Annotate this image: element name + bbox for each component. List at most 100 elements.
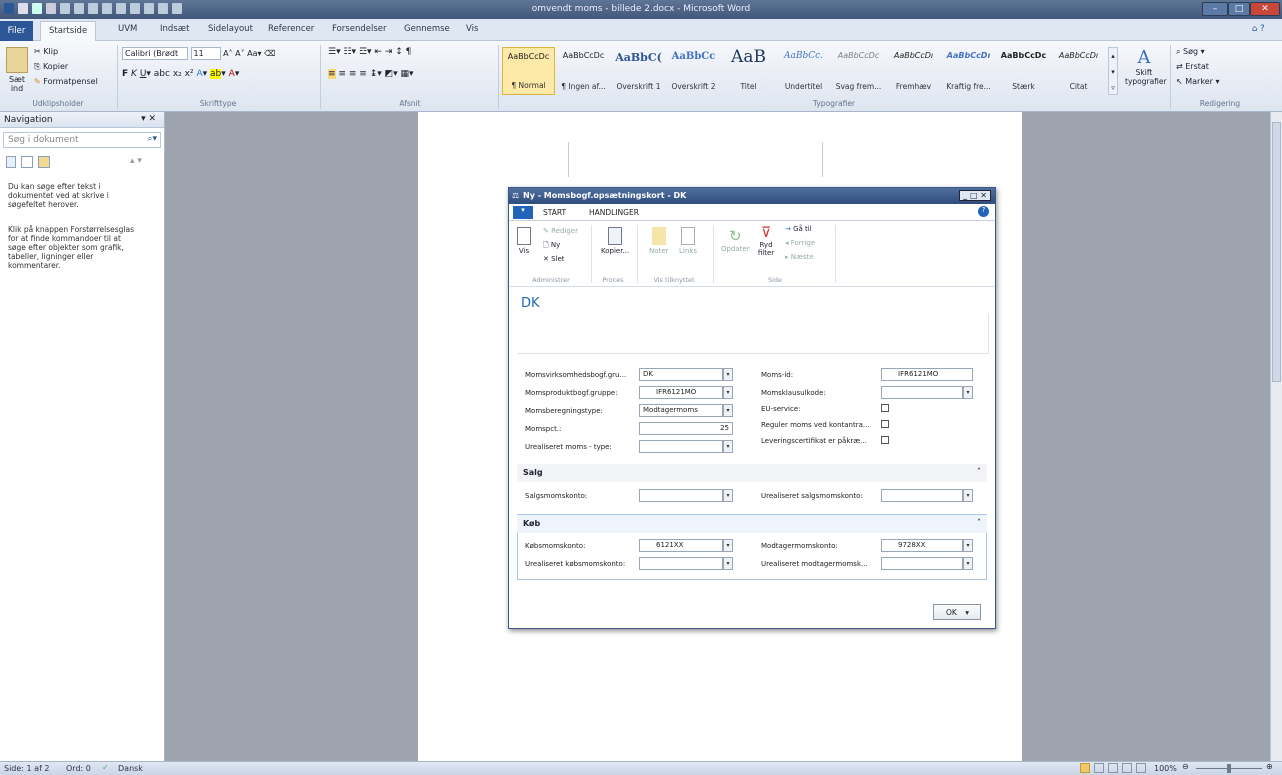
style-titel[interactable]: AaB Titel [722, 47, 775, 95]
dialog-tab-handlinger[interactable]: HANDLINGER [589, 208, 639, 217]
language-indicator[interactable]: Dansk [118, 764, 143, 773]
lookup-icon[interactable]: ▾ [723, 557, 733, 570]
italic-icon[interactable]: K [131, 69, 137, 79]
pilcrow-icon[interactable]: ¶ [406, 47, 412, 57]
urealiseret-salg-input[interactable] [881, 489, 963, 502]
dialog-window-controls-icon[interactable]: _ □ ✕ [959, 190, 991, 201]
bold-icon[interactable]: F [122, 69, 128, 79]
ryd-filter-button[interactable]: ⊽ Ryd filter [755, 225, 777, 257]
dialog-app-menu-button[interactable]: ▾ [513, 206, 533, 219]
lookup-icon[interactable]: ▾ [963, 386, 973, 399]
text-effects-icon[interactable]: A [196, 69, 202, 79]
nav-prev-next-icon[interactable]: ▴ ▾ [130, 156, 142, 166]
lookup-icon[interactable]: ▾ [963, 557, 973, 570]
momspct-input[interactable]: 25 [639, 422, 733, 435]
decrease-indent-icon[interactable]: ⇤ [374, 47, 382, 57]
kopier-button[interactable]: Kopier... [601, 227, 629, 255]
tab-filer[interactable]: Filer [0, 21, 33, 41]
scroll-thumb[interactable] [1272, 122, 1281, 382]
lookup-icon[interactable]: ▾ [723, 539, 733, 552]
urealiseret-type-select[interactable] [639, 440, 723, 453]
change-styles-button[interactable]: A Skift typografier [1125, 47, 1167, 86]
style-svag-fremhaevning[interactable]: AaBbCcDc Svag frem... [832, 47, 885, 95]
copy-button[interactable]: ⎘ Kopier [34, 62, 68, 72]
sort-icon[interactable]: ↕ [395, 47, 403, 57]
paste-button[interactable]: Sæt ind [4, 75, 30, 93]
nav-pages-tab-icon[interactable] [21, 156, 33, 168]
style-overskrift-2[interactable]: AaBbCc Overskrift 2 [667, 47, 720, 95]
vis-button[interactable]: Vis [517, 227, 531, 255]
shrink-font-icon[interactable]: A˅ [235, 49, 244, 58]
multilevel-icon[interactable]: ☲▾ [359, 47, 372, 57]
tab-uvm[interactable]: UVM [118, 24, 137, 34]
vertical-scrollbar[interactable] [1270, 112, 1282, 761]
urealiseret-modtager-input[interactable] [881, 557, 963, 570]
noter-button[interactable]: Noter [649, 227, 668, 255]
dropdown-icon[interactable]: ▾ [723, 440, 733, 453]
subscript-icon[interactable]: x₂ [173, 69, 182, 79]
tab-startside[interactable]: Startside [40, 21, 97, 41]
lookup-icon[interactable]: ▾ [963, 489, 973, 502]
full-screen-icon[interactable] [1094, 763, 1104, 773]
replace-button[interactable]: ⇄ Erstat [1176, 62, 1209, 71]
justify-icon[interactable]: ≡ [359, 69, 367, 79]
nav-close-icon[interactable]: ▾ ✕ [141, 114, 156, 124]
format-painter-button[interactable]: ✎ Formatpensel [34, 77, 98, 86]
style-fremhaev[interactable]: AaBbCcDı Fremhæv [887, 47, 940, 95]
gaa-til-button[interactable]: → Gå til [785, 225, 812, 233]
momsvirksomhed-input[interactable]: DK [639, 368, 723, 381]
links-button[interactable]: Links [679, 227, 697, 255]
eu-service-checkbox[interactable] [881, 404, 889, 412]
section-salg[interactable]: Salg ˄ [517, 464, 987, 482]
opdater-button[interactable]: ↻ Opdater [721, 227, 750, 253]
help-icon[interactable]: ⌂ ? [1252, 24, 1265, 34]
align-left-icon[interactable]: ≡ [328, 69, 336, 79]
web-layout-icon[interactable] [1108, 763, 1118, 773]
page-count[interactable]: Side: 1 af 2 [4, 764, 50, 773]
momsprodukt-input[interactable]: IFR6121MO [639, 386, 723, 399]
ok-button[interactable]: OK ▾ [933, 604, 981, 620]
tab-indsaet[interactable]: Indsæt [160, 24, 189, 34]
nav-search-input[interactable]: Søg i dokument ⌕▾ [3, 132, 161, 148]
borders-icon[interactable]: ▦▾ [401, 69, 414, 79]
styles-gallery-scroll[interactable]: ▴ ▾ ▿ [1108, 47, 1118, 95]
outline-icon[interactable] [1122, 763, 1132, 773]
koebsmomskonto-input[interactable]: 6121XX [639, 539, 723, 552]
tab-vis[interactable]: Vis [466, 24, 478, 34]
zoom-level[interactable]: 100% [1154, 764, 1177, 773]
strikethrough-icon[interactable]: abc [154, 69, 170, 79]
klausul-input[interactable] [881, 386, 963, 399]
nav-results-tab-icon[interactable] [38, 156, 50, 168]
tab-gennemse[interactable]: Gennemse [404, 24, 450, 34]
align-center-icon[interactable]: ≡ [338, 69, 346, 79]
close-button[interactable]: ✕ [1250, 2, 1280, 16]
maximize-button[interactable]: □ [1228, 2, 1250, 16]
modtagermomskonto-input[interactable]: 9728XX [881, 539, 963, 552]
lookup-icon[interactable]: ▾ [723, 386, 733, 399]
style-overskrift-1[interactable]: AaBbC( Overskrift 1 [612, 47, 665, 95]
levering-checkbox[interactable] [881, 436, 889, 444]
underline-icon[interactable]: U [140, 69, 147, 79]
draft-icon[interactable] [1136, 763, 1146, 773]
lookup-icon[interactable]: ▾ [963, 539, 973, 552]
grow-font-icon[interactable]: A˄ [223, 49, 232, 58]
superscript-icon[interactable]: x² [185, 69, 194, 79]
slet-button[interactable]: ✕ Slet [543, 255, 565, 263]
font-color-icon[interactable]: A [229, 69, 235, 79]
font-size-dropdown[interactable]: 11 [190, 47, 221, 60]
bullets-icon[interactable]: ☰▾ [328, 47, 341, 57]
increase-indent-icon[interactable]: ⇥ [385, 47, 393, 57]
reguler-checkbox[interactable] [881, 420, 889, 428]
section-koeb[interactable]: Køb ˄ [517, 515, 987, 533]
style-undertitel[interactable]: AaBbCc. Undertitel [777, 47, 830, 95]
clipboard-icon[interactable] [6, 47, 28, 73]
cut-button[interactable]: ✂ Klip [34, 47, 58, 56]
search-icon[interactable]: ⌕▾ [147, 134, 157, 144]
select-button[interactable]: ↖ Marker ▾ [1176, 77, 1219, 86]
nav-headings-tab-icon[interactable] [6, 156, 16, 168]
dropdown-icon[interactable]: ▾ [723, 404, 733, 417]
collapse-icon[interactable]: ˄ [977, 518, 981, 527]
urealiseret-koeb-input[interactable] [639, 557, 723, 570]
moms-id-input[interactable]: IFR6121MO [881, 368, 973, 381]
style-normal[interactable]: AaBbCcDc ¶ Normal [502, 47, 555, 95]
